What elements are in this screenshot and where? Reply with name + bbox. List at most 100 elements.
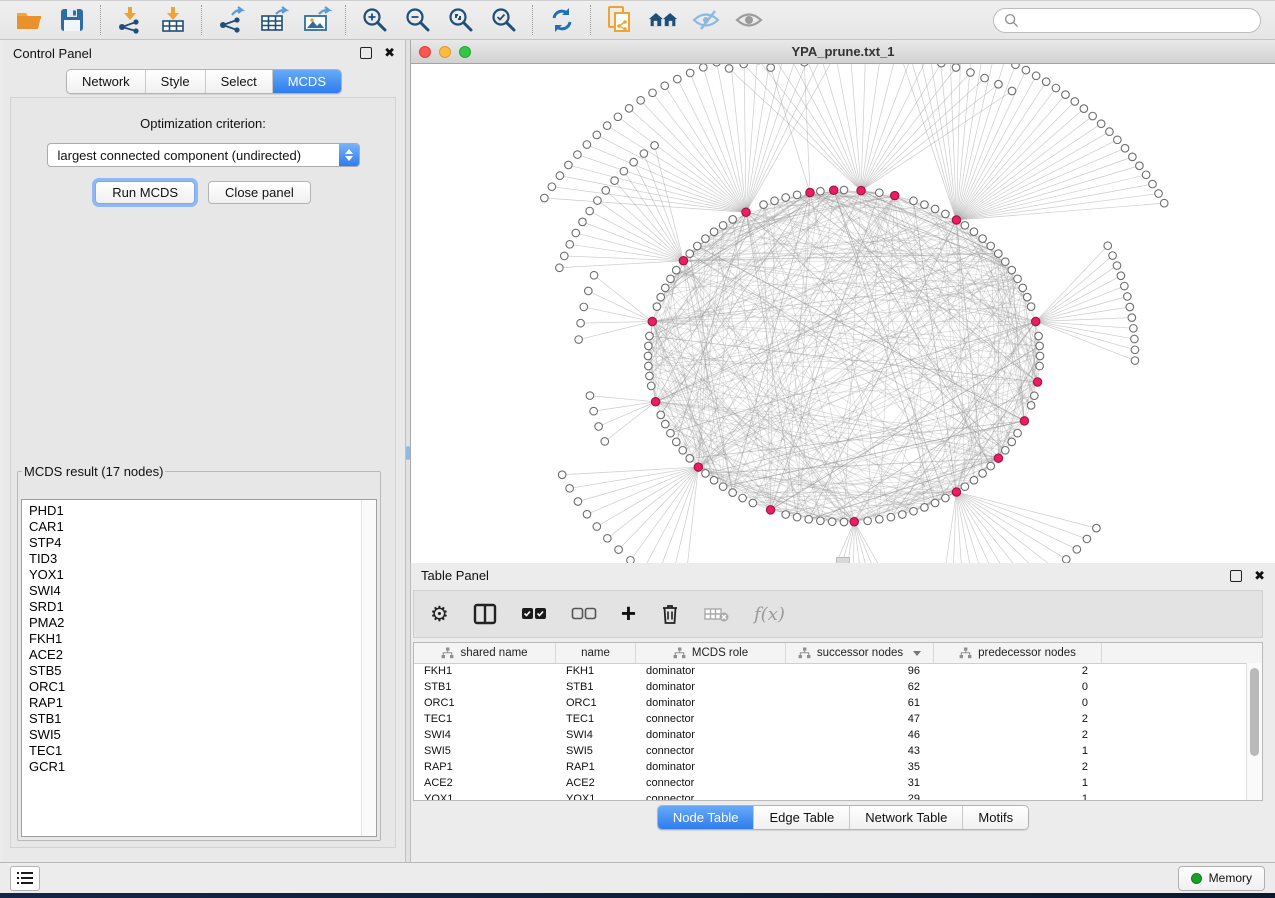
table-cell: dominator bbox=[636, 697, 786, 709]
column-header-label: successor nodes bbox=[817, 647, 903, 659]
mcds-result-item[interactable]: SRD1 bbox=[29, 599, 361, 615]
mcds-result-item[interactable]: SWI5 bbox=[29, 727, 361, 743]
network-graph[interactable] bbox=[411, 64, 1275, 563]
table-cell: ORC1 bbox=[556, 697, 636, 709]
mcds-result-item[interactable]: RAP1 bbox=[29, 695, 361, 711]
table-cell: TEC1 bbox=[414, 713, 556, 725]
table-row[interactable]: STB1STB1dominator620 bbox=[414, 679, 1247, 695]
mcds-result-item[interactable]: STP4 bbox=[29, 535, 361, 551]
save-session-icon[interactable] bbox=[57, 5, 87, 35]
close-panel-button[interactable]: Close panel bbox=[208, 181, 311, 204]
column-header-shared-name[interactable]: shared name bbox=[414, 643, 556, 663]
table-row[interactable]: YOX1YOX1connector291 bbox=[414, 791, 1247, 800]
mcds-result-item[interactable]: STB1 bbox=[29, 711, 361, 727]
table-row[interactable]: RAP1RAP1dominator352 bbox=[414, 759, 1247, 775]
table-cell: STB1 bbox=[414, 681, 556, 693]
import-network-icon[interactable] bbox=[115, 5, 145, 35]
hide-selected-icon[interactable] bbox=[691, 5, 721, 35]
show-all-icon[interactable] bbox=[734, 5, 764, 35]
mcds-result-item[interactable]: FKH1 bbox=[29, 631, 361, 647]
mcds-result-item[interactable]: PHD1 bbox=[29, 503, 361, 519]
memory-button[interactable]: Memory bbox=[1178, 866, 1265, 891]
table-row[interactable]: SWI5SWI5connector431 bbox=[414, 743, 1247, 759]
first-neighbors-icon[interactable] bbox=[648, 5, 678, 35]
table-cell: 43 bbox=[786, 745, 934, 757]
zoom-fit-icon[interactable] bbox=[446, 5, 476, 35]
run-mcds-button[interactable]: Run MCDS bbox=[95, 181, 195, 204]
mcds-result-item[interactable]: ORC1 bbox=[29, 679, 361, 695]
table-cell: dominator bbox=[636, 681, 786, 693]
toolbar-separator bbox=[345, 5, 347, 35]
export-image-icon[interactable] bbox=[302, 5, 332, 35]
mcds-result-item[interactable]: CAR1 bbox=[29, 519, 361, 535]
float-panel-icon[interactable] bbox=[1230, 570, 1242, 582]
table-cell: SWI4 bbox=[556, 729, 636, 741]
table-cell: 61 bbox=[786, 697, 934, 709]
table-row[interactable]: SWI4SWI4dominator462 bbox=[414, 727, 1247, 743]
column-header-predecessor-nodes[interactable]: predecessor nodes bbox=[934, 643, 1102, 663]
search-input[interactable] bbox=[1025, 12, 1250, 28]
tab-select[interactable]: Select bbox=[206, 70, 273, 93]
memory-label: Memory bbox=[1209, 871, 1252, 885]
delete-column-icon[interactable] bbox=[660, 599, 680, 629]
zoom-selected-icon[interactable] bbox=[489, 5, 519, 35]
table-cell: 46 bbox=[786, 729, 934, 741]
table-settings-icon[interactable]: ⚙ bbox=[430, 599, 449, 629]
tab-mcds[interactable]: MCDS bbox=[273, 70, 341, 93]
tab-style[interactable]: Style bbox=[146, 70, 206, 93]
panel-list-button[interactable] bbox=[10, 866, 40, 891]
tab-node-table[interactable]: Node Table bbox=[658, 806, 755, 829]
export-table-icon[interactable] bbox=[259, 5, 289, 35]
duplicate-network-icon[interactable] bbox=[605, 5, 635, 35]
tab-motifs[interactable]: Motifs bbox=[963, 806, 1028, 829]
table-cell: RAP1 bbox=[556, 761, 636, 773]
mcds-result-item[interactable]: TEC1 bbox=[29, 743, 361, 759]
column-header-label: name bbox=[581, 647, 610, 659]
export-network-icon[interactable] bbox=[216, 5, 246, 35]
mcds-result-item[interactable]: STB5 bbox=[29, 663, 361, 679]
table-cell: TEC1 bbox=[556, 713, 636, 725]
table-cell: 35 bbox=[786, 761, 934, 773]
tab-network-table[interactable]: Network Table bbox=[850, 806, 963, 829]
import-table-icon[interactable] bbox=[158, 5, 188, 35]
table-row[interactable]: FKH1FKH1dominator962 bbox=[414, 663, 1247, 679]
close-panel-icon[interactable]: ✖ bbox=[1254, 571, 1265, 581]
select-all-icon[interactable] bbox=[521, 599, 547, 629]
status-bar: Memory bbox=[0, 862, 1275, 893]
table-cell: 1 bbox=[934, 793, 1102, 800]
sort-descending-icon bbox=[913, 651, 921, 656]
table-row[interactable]: TEC1TEC1connector472 bbox=[414, 711, 1247, 727]
deselect-all-icon[interactable] bbox=[571, 599, 597, 629]
column-header-MCDS-role[interactable]: MCDS role bbox=[636, 643, 786, 663]
split-view-icon[interactable] bbox=[473, 599, 497, 629]
mcds-result-item[interactable]: YOX1 bbox=[29, 567, 361, 583]
open-file-icon[interactable] bbox=[14, 5, 44, 35]
mcds-result-item[interactable]: PMA2 bbox=[29, 615, 361, 631]
column-header-name[interactable]: name bbox=[556, 643, 636, 663]
zoom-in-icon[interactable] bbox=[360, 5, 390, 35]
mcds-result-item[interactable]: GCR1 bbox=[29, 759, 361, 775]
table-cell: YOX1 bbox=[414, 793, 556, 800]
float-panel-icon[interactable] bbox=[360, 47, 372, 59]
result-list-scrollbar[interactable] bbox=[361, 500, 376, 836]
tab-edge-table[interactable]: Edge Table bbox=[754, 806, 850, 829]
mcds-result-item[interactable]: SWI4 bbox=[29, 583, 361, 599]
network-canvas[interactable] bbox=[411, 64, 1275, 563]
add-column-icon[interactable]: + bbox=[621, 598, 636, 628]
mcds-result-fieldset: MCDS result (17 nodes) PHD1CAR1STP4TID3Y… bbox=[17, 464, 381, 841]
table-cell: STB1 bbox=[556, 681, 636, 693]
refresh-icon[interactable] bbox=[547, 5, 577, 35]
mcds-result-item[interactable]: ACE2 bbox=[29, 647, 361, 663]
table-row[interactable]: ACE2ACE2connector311 bbox=[414, 775, 1247, 791]
table-scrollbar[interactable] bbox=[1246, 663, 1262, 800]
mcds-result-list: PHD1CAR1STP4TID3YOX1SWI4SRD1PMA2FKH1ACE2… bbox=[22, 500, 361, 836]
criterion-dropdown[interactable]: largest connected component (undirected) bbox=[47, 143, 360, 167]
search-field[interactable] bbox=[993, 8, 1261, 33]
column-header-successor-nodes[interactable]: successor nodes bbox=[786, 643, 934, 663]
zoom-out-icon[interactable] bbox=[403, 5, 433, 35]
tab-network[interactable]: Network bbox=[67, 70, 146, 93]
mcds-result-item[interactable]: TID3 bbox=[29, 551, 361, 567]
scrollbar-thumb[interactable] bbox=[1250, 668, 1259, 756]
table-row[interactable]: ORC1ORC1dominator610 bbox=[414, 695, 1247, 711]
close-panel-icon[interactable]: ✖ bbox=[384, 48, 395, 58]
